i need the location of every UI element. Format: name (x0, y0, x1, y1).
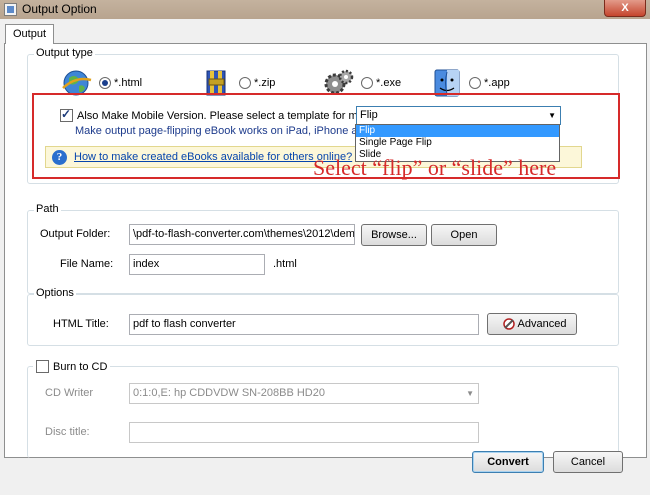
radio-html-option[interactable]: *.html (61, 68, 142, 98)
close-button[interactable]: X (604, 0, 646, 17)
burn-cd-row[interactable]: Burn to CD (33, 360, 111, 373)
template-option-single-page-flip[interactable]: Single Page Flip (356, 137, 559, 149)
cd-writer-label: CD Writer (45, 387, 94, 399)
html-title-label: HTML Title: (53, 318, 109, 330)
gears-icon (323, 68, 355, 98)
radio-exe-option[interactable]: *.exe (323, 68, 401, 98)
radio-zip[interactable] (239, 77, 251, 89)
cd-writer-value: 0:1:0,E: hp CDDVDW SN-208BB HD20 (133, 387, 325, 399)
window-title: Output Option (22, 2, 97, 16)
disc-title-label: Disc title: (45, 426, 90, 438)
mobile-version-checkbox[interactable] (60, 107, 73, 122)
output-folder-input[interactable]: \pdf-to-flash-converter.com\themes\2012\… (129, 224, 355, 245)
archive-icon (201, 68, 233, 98)
app-icon (4, 3, 17, 16)
open-button[interactable]: Open (431, 224, 497, 246)
file-name-label: File Name: (60, 258, 114, 270)
cd-writer-select[interactable]: 0:1:0,E: hp CDDVDW SN-208BB HD20 ▼ (129, 383, 479, 404)
burn-cd-group (27, 366, 619, 458)
burn-cd-label: Burn to CD (53, 360, 108, 373)
chevron-down-icon: ▼ (548, 111, 556, 120)
template-option-flip[interactable]: Flip (356, 125, 559, 137)
browse-button[interactable]: Browse... (361, 224, 427, 246)
output-type-label: Output type (34, 47, 95, 59)
radio-app-option[interactable]: *.app (431, 68, 510, 98)
path-group: Path (27, 203, 619, 294)
html-title-input[interactable]: pdf to flash converter (129, 314, 479, 335)
options-group-label: Options (34, 287, 76, 299)
cancel-button[interactable]: Cancel (553, 451, 623, 473)
mobile-version-row[interactable]: Also Make Mobile Version. Please select … (60, 107, 384, 122)
radio-exe[interactable] (361, 77, 373, 89)
radio-exe-label: *.exe (376, 77, 402, 89)
radio-zip-label: *.zip (254, 77, 276, 89)
advanced-label: Advanced (517, 318, 567, 330)
file-name-input[interactable]: index (129, 254, 265, 275)
dialog-frame: Output Output type *.html *.zip *.exe *.… (0, 19, 650, 495)
help-icon: ? (52, 150, 67, 165)
tab-panel: Output type *.html *.zip *.exe *.app ✓ A… (4, 43, 647, 458)
radio-app-label: *.app (484, 77, 510, 89)
radio-html-label: *.html (114, 77, 143, 89)
burn-cd-checkbox[interactable] (36, 360, 49, 373)
title-bar: Output Option X (0, 0, 650, 19)
annotation-text: Select “flip” or “slide” here (313, 155, 557, 180)
path-group-label: Path (34, 203, 61, 215)
radio-app[interactable] (469, 77, 481, 89)
tab-output[interactable]: Output (5, 24, 55, 44)
output-folder-label: Output Folder: (40, 228, 111, 240)
mobile-template-select[interactable]: Flip ▼ (356, 106, 561, 125)
mobile-note: Make output page-flipping eBook works on… (75, 125, 396, 137)
globe-icon (61, 68, 93, 98)
mac-finder-icon (431, 68, 463, 98)
file-extension: .html (273, 258, 297, 270)
radio-html[interactable] (99, 77, 111, 89)
mobile-version-label: Also Make Mobile Version. Please select … (77, 109, 384, 122)
mobile-template-value: Flip (360, 109, 378, 121)
wrench-icon (502, 317, 516, 338)
convert-button[interactable]: Convert (472, 451, 544, 473)
online-help-link[interactable]: How to make created eBooks available for… (74, 151, 352, 163)
advanced-button[interactable]: Advanced (487, 313, 577, 335)
disc-title-input[interactable] (129, 422, 479, 443)
chevron-down-icon: ▼ (466, 389, 474, 398)
radio-zip-option[interactable]: *.zip (201, 68, 275, 98)
